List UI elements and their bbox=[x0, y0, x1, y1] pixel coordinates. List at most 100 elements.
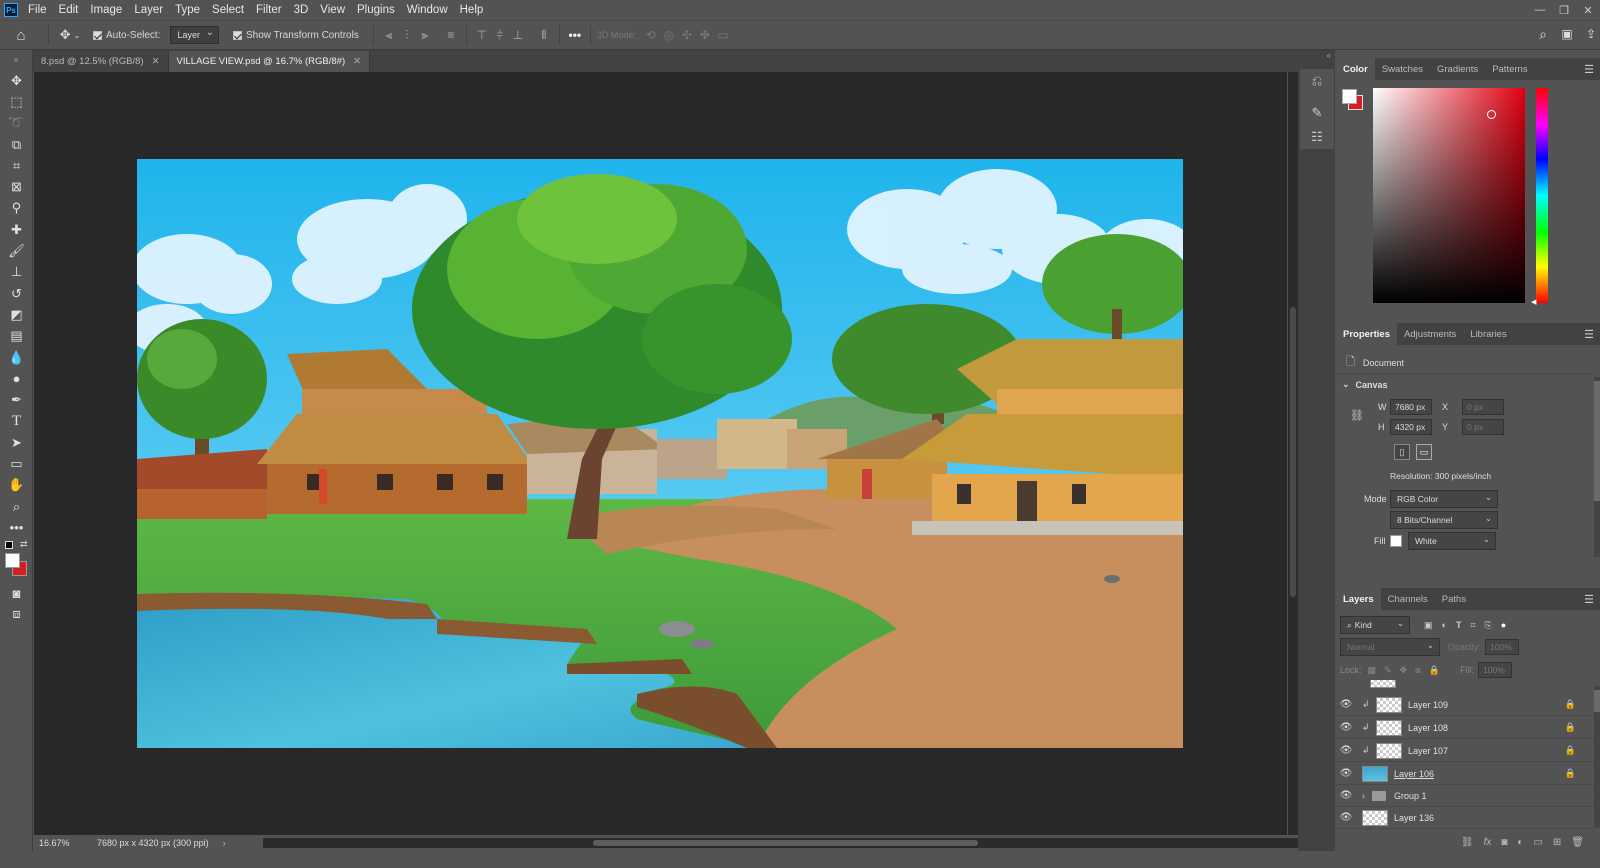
align-left-icon[interactable]: ⫷ bbox=[380, 26, 398, 44]
group-row[interactable]: 👁 › Group 1 bbox=[1336, 785, 1594, 807]
layer-row[interactable]: 👁 Layer 136 bbox=[1336, 807, 1594, 829]
gradient-tool-icon[interactable]: ▤ bbox=[0, 326, 33, 347]
tab-village-view[interactable]: VILLAGE VIEW.psd @ 16.7% (RGB/8#) ✕ bbox=[168, 51, 371, 72]
height-field[interactable]: 4320 px bbox=[1390, 419, 1432, 435]
home-icon[interactable]: ⌂ bbox=[0, 24, 42, 46]
tab-paths[interactable]: Paths bbox=[1435, 588, 1473, 610]
canvas-section-header[interactable]: ⌄ Canvas bbox=[1342, 379, 1388, 390]
visibility-eye-icon[interactable]: 👁 bbox=[1336, 699, 1356, 710]
panel-menu-icon[interactable]: ☰ bbox=[1584, 63, 1594, 76]
3d-orbit-icon[interactable]: ⟲ bbox=[642, 26, 660, 44]
scroll-thumb[interactable] bbox=[593, 840, 978, 846]
chevron-right-icon[interactable]: › bbox=[1362, 791, 1372, 801]
menu-edit[interactable]: Edit bbox=[53, 0, 85, 20]
lock-transparent-icon[interactable]: ▦ bbox=[1368, 665, 1377, 676]
auto-select-target-dropdown[interactable]: Layer bbox=[170, 26, 219, 44]
more-options-icon[interactable]: ••• bbox=[566, 26, 584, 44]
lock-all-icon[interactable]: 🔒 bbox=[1429, 665, 1440, 676]
menu-type[interactable]: Type bbox=[169, 0, 206, 20]
menu-plugins[interactable]: Plugins bbox=[351, 0, 401, 20]
tab-patterns[interactable]: Patterns bbox=[1485, 58, 1534, 80]
lasso-tool-icon[interactable]: ➰ bbox=[0, 113, 33, 134]
clone-stamp-tool-icon[interactable]: ⊥ bbox=[0, 262, 33, 283]
blur-tool-icon[interactable]: 💧 bbox=[0, 347, 33, 368]
tab-layers[interactable]: Layers bbox=[1336, 588, 1381, 610]
fill-field[interactable]: 100% bbox=[1478, 662, 1513, 678]
layer-name[interactable]: Layer 108 bbox=[1408, 723, 1448, 733]
move-tool-preset-icon[interactable]: ✥ ⌄ bbox=[55, 24, 85, 46]
minimize-button[interactable]: — bbox=[1528, 0, 1552, 20]
visibility-eye-icon[interactable]: 👁 bbox=[1336, 745, 1356, 756]
pixel-filter-icon[interactable]: ▣ bbox=[1424, 620, 1433, 631]
delete-layer-icon[interactable]: 🗑 bbox=[1571, 837, 1584, 848]
brush-tool-icon[interactable]: 🖌 bbox=[0, 240, 33, 261]
pen-tool-icon[interactable]: ✒ bbox=[0, 389, 33, 410]
hue-slider-handle[interactable]: ◀ bbox=[1531, 298, 1536, 306]
opacity-field[interactable]: 100% bbox=[1485, 639, 1520, 655]
type-filter-icon[interactable]: T bbox=[1456, 620, 1462, 630]
frame-tool-icon[interactable]: ⊠ bbox=[0, 176, 33, 197]
layer-row[interactable]: 👁 ↲ Layer 107 🔒 bbox=[1336, 740, 1594, 762]
layers-scrollbar[interactable] bbox=[1594, 686, 1600, 828]
tab-channels[interactable]: Channels bbox=[1381, 588, 1435, 610]
marquee-tool-icon[interactable]: ⬚ bbox=[0, 91, 33, 112]
adjust-panel-icon[interactable]: ☷ bbox=[1300, 125, 1334, 149]
tab-color[interactable]: Color bbox=[1336, 58, 1375, 80]
horizontal-scrollbar[interactable] bbox=[263, 838, 1303, 848]
vertical-scrollbar[interactable] bbox=[1288, 72, 1298, 835]
lock-position-icon[interactable]: ✥ bbox=[1400, 665, 1408, 676]
adjustment-layer-icon[interactable]: ◐ bbox=[1517, 837, 1523, 848]
layer-name[interactable]: Layer 136 bbox=[1394, 813, 1434, 823]
width-field[interactable]: 7680 px bbox=[1390, 399, 1432, 415]
expand-icon[interactable]: « bbox=[1298, 50, 1335, 61]
zoom-level[interactable]: 16.67% bbox=[39, 838, 87, 848]
hand-tool-icon[interactable]: ✋ bbox=[0, 475, 33, 496]
filter-toggle-icon[interactable]: ● bbox=[1501, 620, 1506, 630]
visibility-eye-icon[interactable]: 👁 bbox=[1336, 812, 1356, 823]
layer-row[interactable]: 👁 ↲ Layer 109 🔒 bbox=[1336, 694, 1594, 716]
scroll-thumb[interactable] bbox=[1594, 381, 1600, 501]
close-icon[interactable]: ✕ bbox=[353, 56, 361, 67]
workspace-icon[interactable]: ▣ bbox=[1558, 25, 1576, 43]
path-select-tool-icon[interactable]: ➤ bbox=[0, 432, 33, 453]
fill-dropdown[interactable]: White bbox=[1408, 532, 1496, 550]
tab-swatches[interactable]: Swatches bbox=[1375, 58, 1430, 80]
align-bottom-icon[interactable]: ⊥ bbox=[509, 26, 527, 44]
dodge-tool-icon[interactable]: ● bbox=[0, 368, 33, 389]
add-mask-icon[interactable]: ◙ bbox=[1501, 837, 1507, 848]
x-field[interactable]: 0 px bbox=[1462, 399, 1504, 415]
layer-name[interactable]: Layer 106 bbox=[1394, 769, 1434, 779]
share-icon[interactable]: ⇪ bbox=[1582, 25, 1600, 43]
tab-properties[interactable]: Properties bbox=[1336, 323, 1397, 345]
eraser-tool-icon[interactable]: ◩ bbox=[0, 304, 33, 325]
swap-colors-icon[interactable]: ⇄ bbox=[20, 539, 28, 550]
auto-select-checkbox[interactable]: Auto-Select: bbox=[93, 24, 160, 46]
lock-artboard-icon[interactable]: ⧈ bbox=[1415, 665, 1421, 676]
layer-style-icon[interactable]: fx bbox=[1484, 837, 1492, 848]
collapse-icon[interactable]: » bbox=[0, 50, 32, 70]
shape-filter-icon[interactable]: ⌗ bbox=[1470, 620, 1475, 631]
menu-layer[interactable]: Layer bbox=[128, 0, 169, 20]
bit-depth-dropdown[interactable]: 8 Bits/Channel bbox=[1390, 511, 1498, 529]
panel-menu-icon[interactable]: ☰ bbox=[1584, 593, 1594, 606]
show-transform-checkbox[interactable]: Show Transform Controls bbox=[233, 24, 359, 46]
group-name[interactable]: Group 1 bbox=[1394, 791, 1427, 801]
eyedropper-tool-icon[interactable]: ⚲ bbox=[0, 198, 33, 219]
layer-row[interactable]: 👁 ↲ Layer 108 🔒 bbox=[1336, 717, 1594, 739]
properties-scrollbar[interactable] bbox=[1594, 377, 1600, 557]
tab-gradients[interactable]: Gradients bbox=[1430, 58, 1485, 80]
village-artwork-image[interactable] bbox=[137, 159, 1183, 748]
crop-tool-icon[interactable]: ⌗ bbox=[0, 155, 33, 176]
visibility-eye-icon[interactable]: 👁 bbox=[1336, 722, 1356, 733]
visibility-eye-icon[interactable]: 👁 bbox=[1336, 790, 1356, 801]
tab-8-psd[interactable]: 8.psd @ 12.5% (RGB/8) ✕ bbox=[33, 51, 169, 72]
mode-dropdown[interactable]: RGB Color bbox=[1390, 490, 1498, 508]
menu-view[interactable]: View bbox=[314, 0, 351, 20]
type-tool-icon[interactable]: T bbox=[0, 411, 33, 432]
menu-select[interactable]: Select bbox=[206, 0, 250, 20]
visibility-eye-icon[interactable]: 👁 bbox=[1336, 768, 1356, 779]
portrait-icon[interactable]: ▯ bbox=[1394, 444, 1410, 460]
layer-row[interactable]: 👁 Layer 106 🔒 bbox=[1336, 763, 1594, 785]
fill-color-swatch[interactable] bbox=[1390, 535, 1402, 547]
new-layer-icon[interactable]: ⊞ bbox=[1553, 837, 1561, 848]
